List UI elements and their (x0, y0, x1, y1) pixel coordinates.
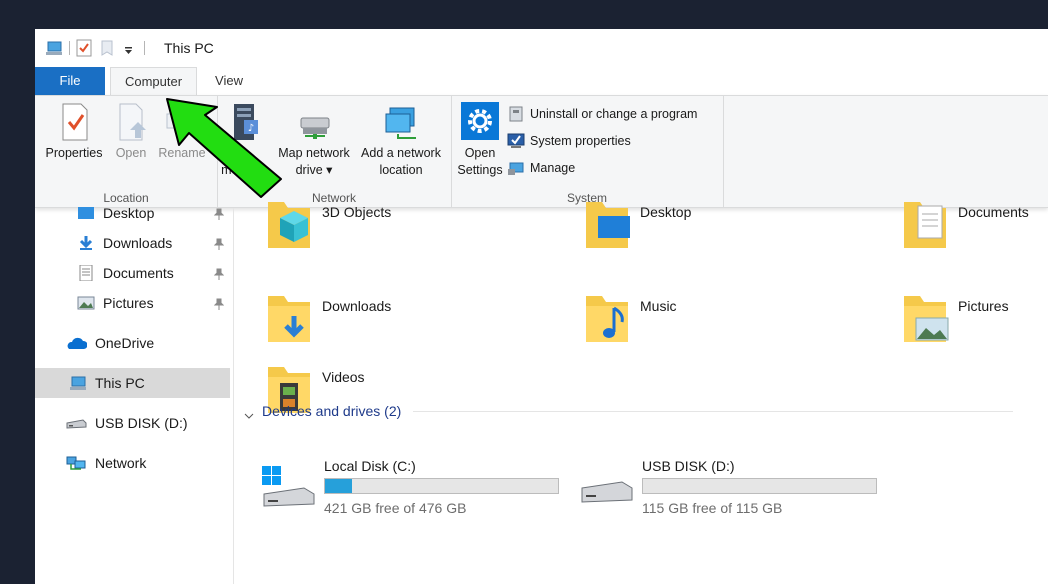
nav-item-network[interactable]: Network (35, 448, 230, 478)
downloads-folder-icon (266, 292, 314, 346)
onedrive-cloud-icon (65, 335, 88, 351)
this-pc-icon (69, 375, 87, 391)
devices-section-header[interactable]: Devices and drives (2) (244, 403, 1014, 419)
drive-usb-disk-d[interactable]: USB DISK (D:) 115 GB free of 115 GB (578, 458, 877, 516)
open-settings-button[interactable]: Open Settings (455, 102, 505, 179)
drive-local-disk-c[interactable]: Local Disk (C:) 421 GB free of 476 GB (260, 458, 559, 516)
nav-item-this-pc[interactable]: This PC (35, 368, 230, 398)
documents-folder-icon (902, 198, 950, 252)
pictures-icon (77, 295, 95, 311)
file-explorer-window: This PC File Computer View Properties Op… (35, 29, 1048, 584)
nav-item-downloads[interactable]: Downloads (35, 228, 230, 258)
chevron-down-icon[interactable] (244, 407, 254, 419)
nav-item-usb-disk[interactable]: USB DISK (D:) (35, 408, 230, 438)
system-properties-button[interactable]: System properties (507, 131, 631, 151)
navigation-pane: Desktop Downloads Documents Pictures One… (35, 205, 234, 584)
folder-pictures[interactable]: Pictures (902, 292, 1009, 346)
ribbon-group-system: Open Settings Uninstall or change a prog… (451, 96, 724, 208)
system-properties-icon (507, 132, 525, 150)
drive-usage-bar (642, 478, 877, 494)
usb-drive-icon (65, 415, 87, 431)
downloads-icon (77, 235, 95, 251)
network-drive-icon (295, 102, 333, 142)
annotation-arrow-icon (166, 98, 282, 198)
pictures-folder-icon (902, 292, 950, 346)
desktop-folder-icon (584, 198, 632, 252)
music-folder-icon (584, 292, 632, 346)
folder-downloads[interactable]: Downloads (266, 292, 391, 346)
nav-item-pictures[interactable]: Pictures (35, 288, 230, 318)
uninstall-icon (507, 105, 525, 123)
uninstall-program-button[interactable]: Uninstall or change a program (507, 104, 697, 124)
pin-icon[interactable] (213, 297, 225, 310)
manage-button[interactable]: Manage (507, 158, 575, 178)
drive-usage-bar (324, 478, 559, 494)
drive-usage-fill (325, 479, 353, 493)
windows-drive-icon (260, 464, 316, 512)
add-network-location-button[interactable]: Add a network location (356, 102, 446, 179)
content-pane: 3D Objects Desktop Documents Downloads M… (234, 202, 1048, 584)
nav-item-documents[interactable]: Documents (35, 258, 230, 288)
folder-music[interactable]: Music (584, 292, 677, 346)
usb-drive-icon (578, 464, 634, 512)
folder-documents[interactable]: Documents (902, 198, 1029, 252)
manage-icon (507, 159, 525, 177)
nav-item-onedrive[interactable]: OneDrive (35, 328, 230, 358)
pin-icon[interactable] (213, 237, 225, 250)
folder-desktop[interactable]: Desktop (584, 198, 691, 252)
documents-icon (77, 264, 95, 282)
network-location-icon (382, 102, 420, 142)
network-icon (65, 455, 87, 471)
settings-gear-icon (461, 102, 499, 142)
pin-icon[interactable] (213, 267, 225, 280)
